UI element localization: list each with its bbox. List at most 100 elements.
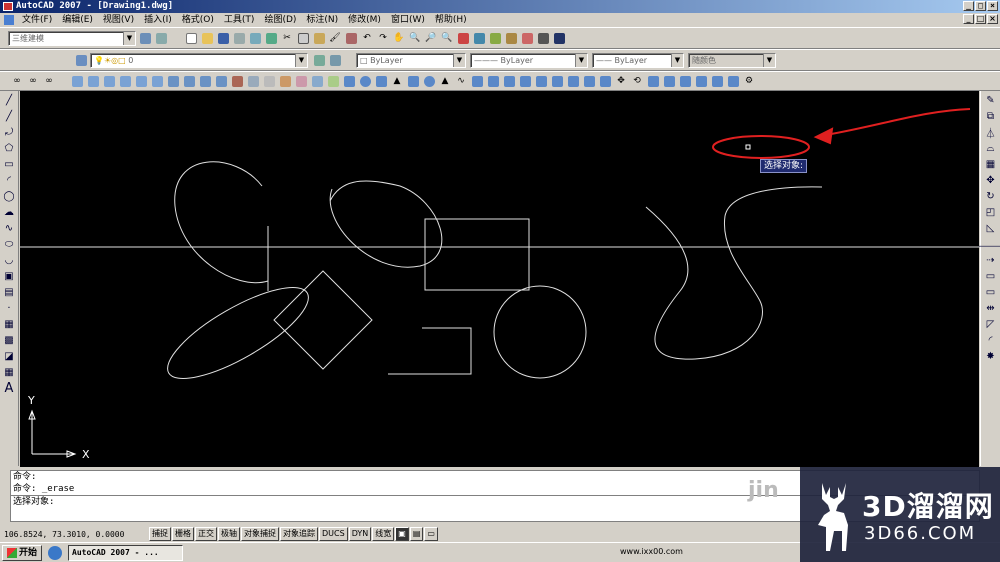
- multiline-text-icon[interactable]: A: [2, 381, 16, 396]
- help-icon[interactable]: [552, 31, 566, 45]
- arc-icon[interactable]: ◜: [2, 173, 16, 187]
- pan-icon[interactable]: ✋: [392, 31, 406, 45]
- doc-restore-button[interactable]: □: [975, 14, 986, 24]
- layout-icon[interactable]: ▤: [409, 527, 424, 541]
- new-file-icon[interactable]: [184, 31, 198, 45]
- spline-shape[interactable]: [645, 186, 823, 360]
- line-icon[interactable]: ╱: [2, 93, 16, 107]
- menu-edit[interactable]: 编辑(E): [57, 13, 98, 27]
- realistic-style-icon[interactable]: [278, 74, 292, 88]
- menu-help[interactable]: 帮助(H): [430, 13, 472, 27]
- extend-icon[interactable]: ⇢: [984, 253, 998, 267]
- zoom-realtime-icon[interactable]: 🔍: [408, 31, 422, 45]
- box-icon[interactable]: [342, 74, 356, 88]
- gradient-icon[interactable]: ▩: [2, 333, 16, 347]
- menu-modify[interactable]: 修改(M): [343, 13, 386, 27]
- array-icon[interactable]: ▦: [984, 157, 998, 171]
- scale-icon[interactable]: ◰: [984, 205, 998, 219]
- manage-styles-icon[interactable]: [326, 74, 340, 88]
- 3d-array-icon[interactable]: [662, 74, 676, 88]
- move-icon[interactable]: ✥: [984, 173, 998, 187]
- taskbar-autocad-button[interactable]: AutoCAD 2007 - ...: [68, 544, 184, 561]
- point-icon[interactable]: ·: [2, 301, 16, 315]
- spline-icon[interactable]: ∿: [2, 221, 16, 235]
- color-combo[interactable]: □ ByLayer ▼: [356, 53, 466, 68]
- chevron-down-icon[interactable]: ▼: [453, 54, 465, 67]
- chamfer-icon[interactable]: ◸: [984, 317, 998, 331]
- menu-format[interactable]: 格式(O): [177, 13, 219, 27]
- properties-icon[interactable]: [456, 31, 470, 45]
- menu-view[interactable]: 视图(V): [98, 13, 139, 27]
- view-back-icon[interactable]: [150, 74, 164, 88]
- rectangle-icon[interactable]: ▭: [2, 157, 16, 171]
- chevron-down-icon[interactable]: ▼: [123, 32, 135, 45]
- polyline-icon[interactable]: ⤾: [2, 125, 16, 139]
- cone-icon[interactable]: ▲: [390, 74, 404, 88]
- ducs-toggle[interactable]: DUCS: [319, 527, 348, 541]
- sphere-icon[interactable]: [358, 74, 372, 88]
- publish-icon[interactable]: [264, 31, 278, 45]
- flatshot-icon[interactable]: [726, 74, 740, 88]
- workspace-combo[interactable]: 三维建模 ▼: [8, 31, 136, 46]
- visual-style-icon[interactable]: [246, 74, 260, 88]
- chevron-down-icon[interactable]: ▼: [671, 54, 683, 67]
- view-nw-iso-icon[interactable]: [214, 74, 228, 88]
- view-left-icon[interactable]: [102, 74, 116, 88]
- view-bottom-icon[interactable]: [86, 74, 100, 88]
- lineweight-combo[interactable]: —— ByLayer ▼: [592, 53, 684, 68]
- grid-toggle[interactable]: 栅格: [172, 527, 194, 541]
- otrack-toggle[interactable]: 对象追踪: [280, 527, 318, 541]
- fillet-icon[interactable]: ◜: [984, 333, 998, 347]
- doc-close-button[interactable]: ×: [987, 14, 998, 24]
- ellipse-shape[interactable]: [156, 271, 320, 394]
- intersect-icon[interactable]: [598, 74, 612, 88]
- maximize-viewport-icon[interactable]: ▭: [424, 527, 438, 541]
- menu-insert[interactable]: 插入(I): [139, 13, 177, 27]
- cut-icon[interactable]: ✂: [280, 31, 294, 45]
- 3d-align-icon[interactable]: [646, 74, 660, 88]
- sweep-icon[interactable]: [518, 74, 532, 88]
- print-icon[interactable]: [232, 31, 246, 45]
- calculator-icon[interactable]: [536, 31, 550, 45]
- free-orbit-icon[interactable]: ∞: [26, 74, 40, 88]
- 3d-move-icon[interactable]: ✥: [614, 74, 628, 88]
- break-icon[interactable]: ▭: [984, 285, 998, 299]
- menu-dimension[interactable]: 标注(N): [301, 13, 343, 27]
- match-properties-icon[interactable]: 🖌: [328, 31, 342, 45]
- subtract-icon[interactable]: [582, 74, 596, 88]
- render-icon[interactable]: ⚙: [742, 74, 756, 88]
- region-icon[interactable]: ◪: [2, 349, 16, 363]
- continuous-orbit-icon[interactable]: ∞: [42, 74, 56, 88]
- tool-palettes-icon[interactable]: [488, 31, 502, 45]
- model-icon[interactable]: ▣: [395, 527, 409, 541]
- rotated-square[interactable]: [273, 270, 373, 370]
- trim-icon[interactable]: ⸻: [978, 237, 1000, 252]
- view-top-icon[interactable]: [70, 74, 84, 88]
- view-sw-iso-icon[interactable]: [166, 74, 180, 88]
- chevron-down-icon[interactable]: ▼: [295, 54, 307, 67]
- section-plane-icon[interactable]: [710, 74, 724, 88]
- view-ne-iso-icon[interactable]: [198, 74, 212, 88]
- view-right-icon[interactable]: [118, 74, 132, 88]
- orbit-icon[interactable]: ∞: [10, 74, 24, 88]
- osnap-toggle[interactable]: 对象捕捉: [241, 527, 279, 541]
- block-editor-icon[interactable]: [344, 31, 358, 45]
- circle-shape[interactable]: [493, 285, 587, 379]
- mirror-icon[interactable]: ⏃: [984, 125, 998, 140]
- helix-icon[interactable]: ∿: [454, 74, 468, 88]
- layer-manager-icon[interactable]: [74, 53, 88, 67]
- menu-tools[interactable]: 工具(T): [219, 13, 260, 27]
- planar-surface-icon[interactable]: [470, 74, 484, 88]
- torus-icon[interactable]: [422, 74, 436, 88]
- menu-file[interactable]: 文件(F): [17, 13, 57, 27]
- sheet-set-icon[interactable]: [504, 31, 518, 45]
- save-icon[interactable]: [216, 31, 230, 45]
- coordinate-readout[interactable]: 106.8524, 73.3010, 0.0000: [4, 530, 149, 539]
- redo-icon[interactable]: ↷: [376, 31, 390, 45]
- layer-combo[interactable]: 💡☀◎□ 0 ▼: [90, 53, 308, 68]
- circle-icon[interactable]: ◯: [2, 189, 16, 203]
- 3d-rotate-icon[interactable]: ⟲: [630, 74, 644, 88]
- polar-toggle[interactable]: 极轴: [218, 527, 240, 541]
- zoom-previous-icon[interactable]: 🔍: [440, 31, 454, 45]
- snap-toggle[interactable]: 捕捉: [149, 527, 171, 541]
